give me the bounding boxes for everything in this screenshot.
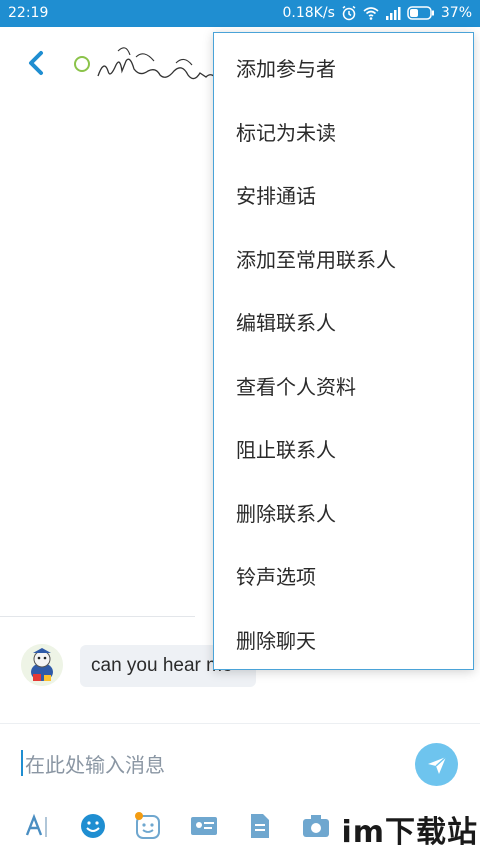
sticker-icon[interactable]: [133, 811, 163, 841]
menu-item-edit-contact[interactable]: 编辑联系人: [236, 301, 466, 341]
alarm-icon: [342, 5, 356, 21]
battery-percent: 37%: [440, 5, 472, 21]
watermark-logo: im下载站: [341, 815, 478, 850]
menu-item-delete-chat[interactable]: 删除聊天: [236, 619, 466, 659]
contact-name-signature[interactable]: [96, 41, 226, 91]
network-speed: 0.18K/s: [282, 5, 335, 21]
status-bar: 22:19 0.18K/s 37%: [0, 0, 480, 27]
text-format-icon[interactable]: [22, 811, 52, 841]
menu-item-view-profile[interactable]: 查看个人资料: [236, 365, 466, 405]
camera-icon[interactable]: [301, 811, 331, 841]
status-right: 0.18K/s 37%: [283, 5, 473, 21]
menu-item-schedule-call[interactable]: 安排通话: [236, 174, 466, 214]
overflow-menu: 添加参与者 标记为未读 安排通话 添加至常用联系人 编辑联系人 查看个人资料 阻…: [213, 32, 474, 670]
menu-item-block-contact[interactable]: 阻止联系人: [236, 428, 466, 468]
text-caret: [21, 750, 23, 776]
cartoon-avatar-icon: [21, 644, 63, 686]
menu-item-add-participants[interactable]: 添加参与者: [236, 47, 466, 87]
menu-item-mark-unread[interactable]: 标记为未读: [236, 111, 466, 151]
message-input-placeholder: 在此处输入消息: [25, 752, 165, 777]
menu-item-add-favorites[interactable]: 添加至常用联系人: [236, 238, 466, 278]
emoticon-icon[interactable]: [78, 811, 108, 841]
contact-avatar[interactable]: [21, 644, 63, 686]
wifi-icon: [363, 7, 379, 20]
contact-card-icon[interactable]: [189, 811, 219, 841]
chevron-left-icon[interactable]: [24, 49, 48, 77]
send-button[interactable]: [415, 743, 458, 786]
status-time: 22:19: [8, 5, 49, 21]
file-icon[interactable]: [245, 811, 275, 841]
menu-item-ringtone-options[interactable]: 铃声选项: [236, 555, 466, 595]
divider: [0, 616, 195, 617]
signal-icon: [385, 7, 401, 20]
presence-indicator: [74, 56, 90, 72]
send-icon: [427, 755, 446, 774]
menu-item-delete-contact[interactable]: 删除联系人: [236, 492, 466, 532]
message-input[interactable]: 在此处输入消息: [21, 747, 391, 779]
battery-icon: [407, 6, 434, 20]
